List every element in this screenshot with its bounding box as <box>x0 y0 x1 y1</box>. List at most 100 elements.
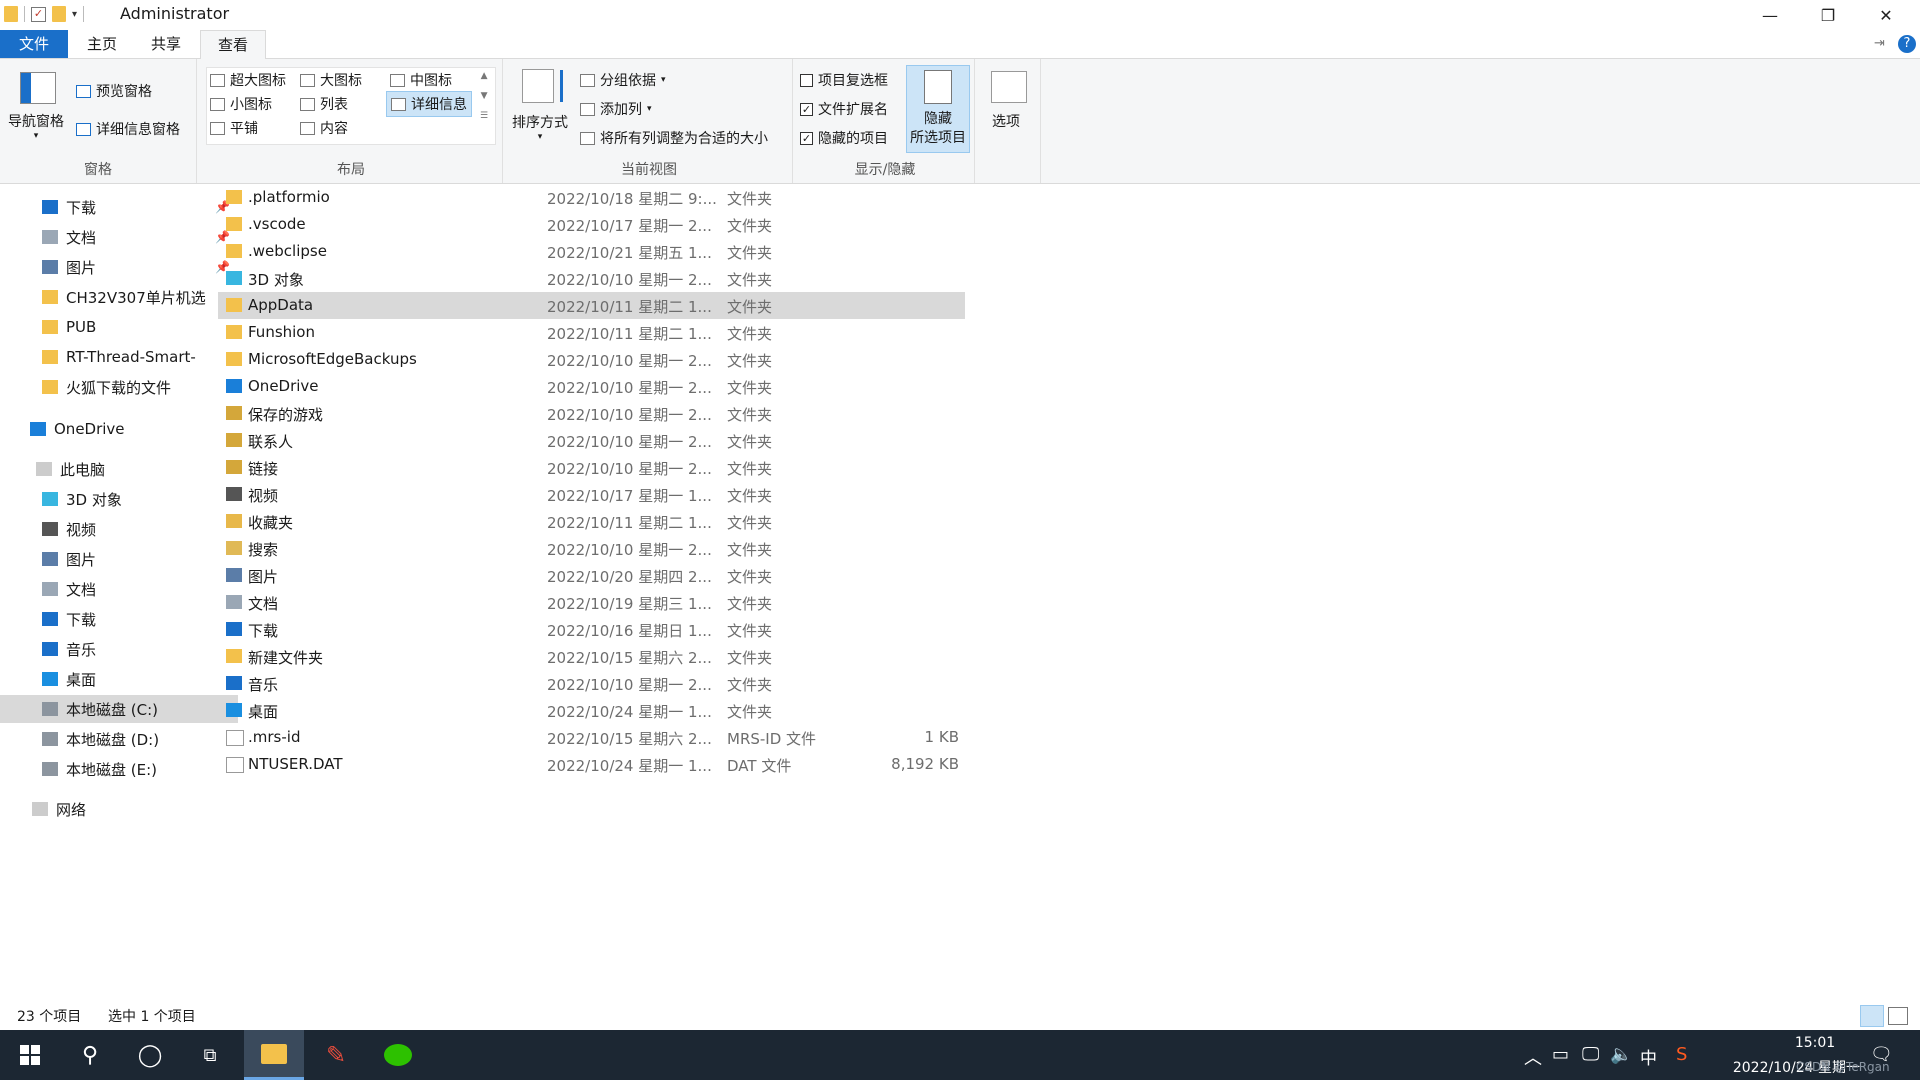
file-row[interactable]: 收藏夹 2022/10/11 星期二 1... 文件夹 <box>218 508 965 535</box>
tab-file[interactable]: 文件 <box>0 30 68 58</box>
layout-small-icons[interactable]: 小图标 <box>210 94 272 114</box>
tab-home[interactable]: 主页 <box>72 30 132 58</box>
task-view-icon[interactable]: ⧉ <box>180 1030 240 1080</box>
layout-label: 小图标 <box>230 97 272 113</box>
sort-by-button[interactable]: 排序方式 ▾ <box>512 112 568 142</box>
nav-item[interactable]: 网络 <box>0 795 228 823</box>
nav-item[interactable]: 本地磁盘 (E:) <box>0 755 238 783</box>
nav-item[interactable]: 此电脑 <box>0 455 232 483</box>
file-row[interactable]: 3D 对象 2022/10/10 星期一 2... 文件夹 <box>218 265 965 292</box>
nav-item[interactable]: OneDrive <box>0 415 226 443</box>
file-type: 文件夹 <box>727 514 773 532</box>
file-row[interactable]: 保存的游戏 2022/10/10 星期一 2... 文件夹 <box>218 400 965 427</box>
file-row[interactable]: 视频 2022/10/17 星期一 1... 文件夹 <box>218 481 965 508</box>
details-view-icon[interactable] <box>1860 1005 1884 1027</box>
nav-item[interactable]: 音乐 <box>0 635 238 663</box>
file-row[interactable]: .vscode 2022/10/17 星期一 2... 文件夹 <box>218 211 965 238</box>
layout-details[interactable]: 详细信息 <box>386 91 472 117</box>
file-extensions-toggle[interactable]: ✓ 文件扩展名 <box>800 99 888 119</box>
checkbox-checked[interactable]: ✓ <box>800 131 813 145</box>
nav-item[interactable]: 本地磁盘 (C:) <box>0 695 238 723</box>
hidden-items-toggle[interactable]: ✓ 隐藏的项目 <box>800 128 888 148</box>
nav-item[interactable]: 图片 📌 <box>0 253 238 281</box>
item-checkboxes-toggle[interactable]: 项目复选框 <box>800 70 888 90</box>
file-row[interactable]: 联系人 2022/10/10 星期一 2... 文件夹 <box>218 427 965 454</box>
sogou-icon[interactable]: S <box>1676 1044 1687 1065</box>
nav-item[interactable]: CH32V307单片机选 <box>0 283 238 311</box>
hide-selected-items-button[interactable]: 隐藏 所选项目 <box>906 65 970 153</box>
file-row[interactable]: AppData 2022/10/11 星期二 1... 文件夹 <box>218 292 965 319</box>
cortana-icon[interactable]: ◯ <box>120 1030 180 1080</box>
navigation-pane-button[interactable]: 导航窗格 ▾ <box>8 111 64 141</box>
preview-pane-button[interactable]: 预览窗格 <box>76 81 152 101</box>
file-row[interactable]: NTUSER.DAT 2022/10/24 星期一 1... DAT 文件 8,192… <box>218 751 965 778</box>
size-all-columns-button[interactable]: 将所有列调整为合适的大小 <box>580 128 768 148</box>
options-button[interactable]: 选项 <box>992 111 1020 131</box>
file-row[interactable]: 搜索 2022/10/10 星期一 2... 文件夹 <box>218 535 965 562</box>
nav-item[interactable]: 下载 📌 <box>0 193 238 221</box>
file-row[interactable]: .webclipse 2022/10/21 星期五 1... 文件夹 <box>218 238 965 265</box>
file-row[interactable]: 桌面 2022/10/24 星期一 1... 文件夹 <box>218 697 965 724</box>
ime-indicator[interactable]: 中 <box>1640 1044 1657 1069</box>
nav-item[interactable]: PUB <box>0 313 238 341</box>
file-row[interactable]: .platformio 2022/10/18 星期二 9:... 文件夹 <box>218 184 965 211</box>
customize-qat-icon[interactable]: ▾ <box>72 9 77 20</box>
file-row[interactable]: 链接 2022/10/10 星期一 2... 文件夹 <box>218 454 965 481</box>
volume-icon[interactable]: 🔈 <box>1610 1044 1632 1065</box>
app-taskbar-icon[interactable]: ✎ <box>306 1030 366 1080</box>
checkbox-checked[interactable]: ✓ <box>800 102 813 116</box>
notification-icon[interactable]: 🗨 <box>1870 1044 1893 1065</box>
nav-item[interactable]: 文档 <box>0 575 238 603</box>
nav-item[interactable]: 视频 <box>0 515 238 543</box>
tab-view[interactable]: 查看 <box>200 30 266 59</box>
pin-ribbon-icon[interactable]: ⇥ <box>1874 36 1885 51</box>
close-button[interactable]: ✕ <box>1857 0 1915 30</box>
file-row[interactable]: 文档 2022/10/19 星期三 1... 文件夹 <box>218 589 965 616</box>
minimize-button[interactable]: — <box>1741 0 1799 30</box>
chevron-up-icon[interactable]: ▲ <box>481 71 488 81</box>
layout-large-icons[interactable]: 大图标 <box>300 70 362 90</box>
wechat-taskbar-icon[interactable] <box>368 1030 428 1080</box>
nav-item[interactable]: RT-Thread-Smart- <box>0 343 238 371</box>
file-row[interactable]: 新建文件夹 2022/10/15 星期六 2... 文件夹 <box>218 643 965 670</box>
nav-item[interactable]: 桌面 <box>0 665 238 693</box>
layout-medium-icons[interactable]: 中图标 <box>390 70 452 90</box>
group-by-button[interactable]: 分组依据 ▾ <box>580 70 666 90</box>
add-columns-button[interactable]: 添加列 ▾ <box>580 99 652 119</box>
nav-item[interactable]: 文档 📌 <box>0 223 238 251</box>
maximize-button[interactable]: ❐ <box>1799 0 1857 30</box>
file-row[interactable]: 音乐 2022/10/10 星期一 2... 文件夹 <box>218 670 965 697</box>
nav-item[interactable]: 图片 <box>0 545 238 573</box>
clock-time[interactable]: 15:01 <box>1740 1035 1890 1051</box>
battery-icon[interactable]: ▭ <box>1552 1044 1569 1065</box>
checkbox-unchecked[interactable] <box>800 73 813 87</box>
large-icons-view-icon[interactable] <box>1888 1007 1908 1025</box>
layout-list[interactable]: 列表 <box>300 94 348 114</box>
file-row[interactable]: 图片 2022/10/20 星期四 2... 文件夹 <box>218 562 965 589</box>
file-explorer-taskbar-icon[interactable] <box>244 1030 304 1080</box>
file-row[interactable]: MicrosoftEdgeBackups 2022/10/10 星期一 2... 文… <box>218 346 965 373</box>
chevron-up-icon[interactable]: ︿ <box>1524 1044 1542 1070</box>
start-button[interactable] <box>0 1030 60 1080</box>
properties-icon[interactable]: ✓ <box>31 6 46 22</box>
nav-item[interactable]: 火狐下载的文件 <box>0 373 238 401</box>
chevron-down-icon[interactable]: ▼ <box>481 91 488 101</box>
file-row[interactable]: Funshion 2022/10/11 星期二 1... 文件夹 <box>218 319 965 346</box>
new-folder-icon[interactable] <box>52 6 66 22</box>
file-row[interactable]: .mrs-id 2022/10/15 星期六 2... MRS-ID 文件 1 KB <box>218 724 965 751</box>
file-row[interactable]: 下载 2022/10/16 星期日 1... 文件夹 <box>218 616 965 643</box>
tab-share[interactable]: 共享 <box>136 30 196 58</box>
network-icon[interactable]: 🖵 <box>1582 1044 1599 1065</box>
more-icon[interactable]: ☰ <box>480 111 488 121</box>
nav-item[interactable]: 下载 <box>0 605 238 633</box>
nav-item[interactable]: 本地磁盘 (D:) <box>0 725 238 753</box>
layout-tiles[interactable]: 平铺 <box>210 118 258 138</box>
file-row[interactable]: OneDrive 2022/10/10 星期一 2... 文件夹 <box>218 373 965 400</box>
layout-extra-large-icons[interactable]: 超大图标 <box>210 70 286 90</box>
layout-gallery-scroll[interactable]: ▲ ▼ ☰ <box>480 71 488 121</box>
search-icon[interactable]: ⚲ <box>60 1030 120 1080</box>
help-icon[interactable]: ? <box>1898 35 1916 53</box>
layout-content[interactable]: 内容 <box>300 118 348 138</box>
details-pane-button[interactable]: 详细信息窗格 <box>76 119 180 139</box>
nav-item[interactable]: 3D 对象 <box>0 485 238 513</box>
